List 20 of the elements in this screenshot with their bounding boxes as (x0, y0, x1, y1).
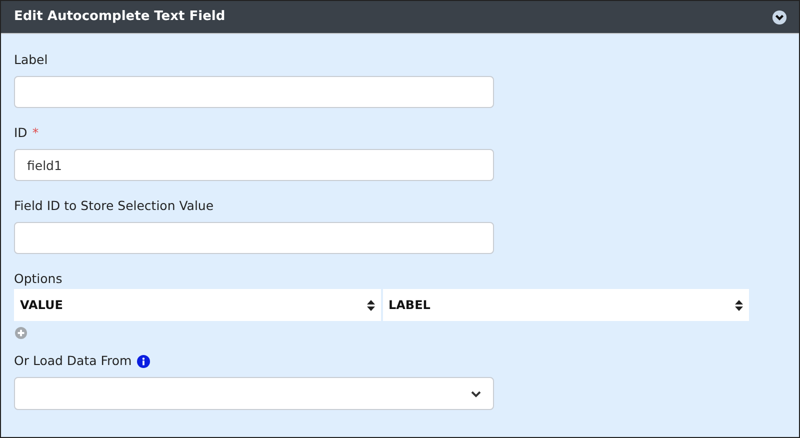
field-label: Label (14, 51, 48, 70)
chevron-icon[interactable] (772, 10, 787, 24)
field-label: Or Load Data From (14, 352, 132, 370)
sort-icon[interactable] (735, 300, 743, 310)
info-icon[interactable] (136, 355, 150, 368)
field-label: ID (14, 124, 28, 142)
field-label: Options (14, 270, 62, 288)
column-title: VALUE (20, 297, 63, 314)
input-field[interactable] (14, 76, 494, 108)
column-title: LABEL (388, 297, 430, 314)
required-marker: * (32, 124, 39, 142)
column-header[interactable]: LABEL (382, 289, 749, 321)
select-field[interactable] (14, 377, 494, 410)
chevron-icon (471, 390, 481, 398)
field-label: Field ID to Store Selection Value (14, 197, 214, 216)
input-field[interactable]: field1 (14, 149, 494, 181)
sort-icon[interactable] (366, 300, 374, 310)
panel-title: Edit Autocomplete Text Field (14, 8, 226, 26)
column-header[interactable]: VALUE (14, 289, 380, 321)
input-field[interactable] (14, 222, 494, 254)
